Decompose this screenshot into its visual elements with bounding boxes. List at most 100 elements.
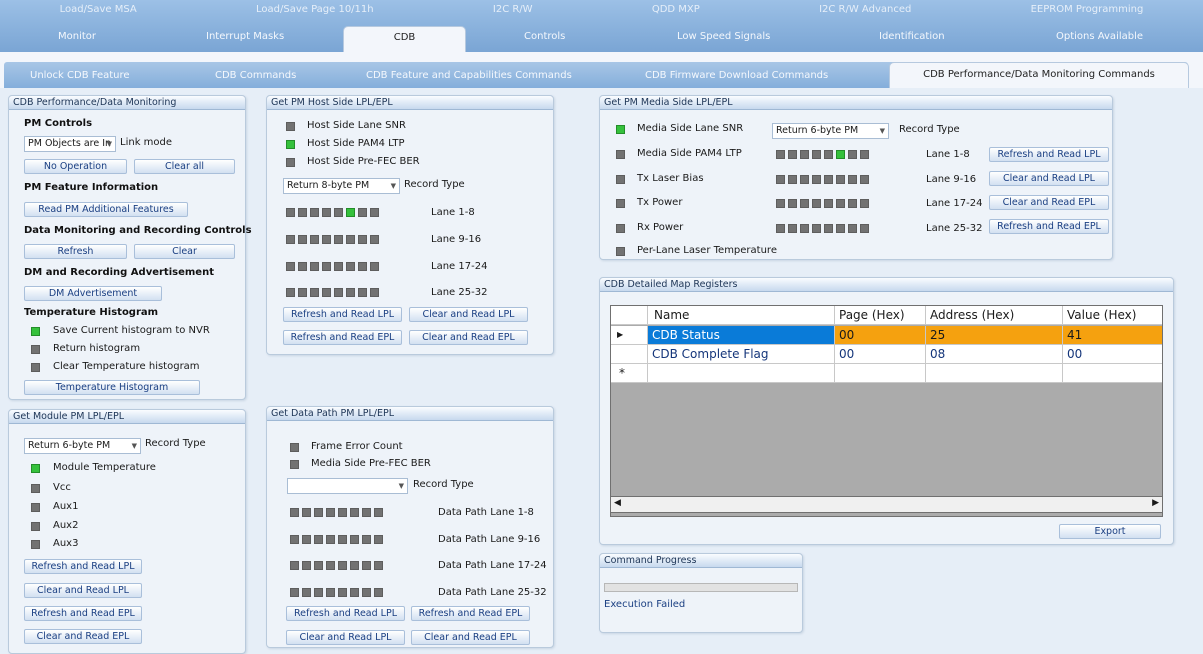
row-name-cell[interactable]: CDB Status	[648, 326, 835, 345]
host-record-combo[interactable]: Return 8-byte PM ▼	[283, 178, 400, 194]
new-row-cell[interactable]	[648, 364, 835, 383]
tab-i2c-rw-advanced[interactable]: I2C R/W Advanced	[819, 4, 911, 15]
scroll-right-icon[interactable]: ▶	[1152, 498, 1159, 508]
aux1-checkbox[interactable]	[31, 503, 40, 512]
column-header-address[interactable]: Address (Hex)	[926, 306, 1063, 325]
row-header-cell[interactable]	[611, 345, 648, 364]
horizontal-scrollbar[interactable]: ◀ ▶	[610, 496, 1163, 513]
data-path-refresh-lpl-button[interactable]: Refresh and Read LPL	[286, 606, 405, 621]
media-pam4-ltp-checkbox[interactable]	[616, 150, 625, 159]
rx-power-checkbox[interactable]	[616, 224, 625, 233]
subtab-unlock-cdb[interactable]: Unlock CDB Feature	[30, 70, 130, 81]
media-record-combo[interactable]: Return 6-byte PM ▼	[772, 123, 889, 139]
tab-monitor[interactable]: Monitor	[58, 31, 96, 42]
tab-cdb[interactable]: CDB	[343, 26, 466, 52]
host-clear-epl-button[interactable]: Clear and Read EPL	[409, 330, 528, 345]
tab-qdd-mxp[interactable]: QDD MXP	[652, 4, 700, 15]
lane-indicator	[824, 199, 833, 208]
return-histogram-checkbox[interactable]	[31, 345, 40, 354]
vcc-checkbox[interactable]	[31, 484, 40, 493]
host-refresh-lpl-button[interactable]: Refresh and Read LPL	[283, 307, 402, 322]
aux3-checkbox[interactable]	[31, 540, 40, 549]
subtab-performance-monitoring[interactable]: CDB Performance/Data Monitoring Commands	[889, 62, 1189, 88]
new-row-cell[interactable]	[926, 364, 1063, 383]
tab-load-save-page[interactable]: Load/Save Page 10/11h	[256, 4, 374, 15]
new-row-cell[interactable]	[835, 364, 926, 383]
module-clear-epl-button[interactable]: Clear and Read EPL	[24, 629, 142, 644]
module-record-combo[interactable]: Return 6-byte PM ▼	[24, 438, 141, 454]
row-page-cell[interactable]: 00	[835, 326, 926, 345]
media-clear-epl-button[interactable]: Clear and Read EPL	[989, 195, 1109, 210]
data-path-clear-lpl-button[interactable]: Clear and Read LPL	[286, 630, 405, 645]
media-lane-snr-checkbox[interactable]	[616, 125, 625, 134]
clear-all-button[interactable]: Clear all	[134, 159, 235, 174]
column-header-page[interactable]: Page (Hex)	[835, 306, 926, 325]
refresh-button[interactable]: Refresh	[24, 244, 127, 259]
host-pam4-ltp-checkbox[interactable]	[286, 140, 295, 149]
module-temperature-checkbox[interactable]	[31, 464, 40, 473]
table-row[interactable]: CDB Complete Flag 00 08 00	[611, 345, 1162, 364]
host-clear-lpl-button[interactable]: Clear and Read LPL	[409, 307, 528, 322]
tab-interrupt-masks[interactable]: Interrupt Masks	[206, 31, 284, 42]
row-value-cell[interactable]: 41	[1063, 326, 1162, 345]
tx-laser-bias-checkbox[interactable]	[616, 175, 625, 184]
temperature-histogram-button[interactable]: Temperature Histogram	[24, 380, 200, 395]
module-refresh-epl-button[interactable]: Refresh and Read EPL	[24, 606, 142, 621]
table-row[interactable]: ▶ CDB Status 00 25 41	[611, 326, 1162, 345]
lane-indicator	[362, 508, 371, 517]
tab-eeprom-programming[interactable]: EEPROM Programming	[1031, 4, 1144, 15]
clear-button[interactable]: Clear	[134, 244, 235, 259]
host-refresh-epl-button[interactable]: Refresh and Read EPL	[283, 330, 402, 345]
host-lane-snr-checkbox[interactable]	[286, 122, 295, 131]
media-refresh-epl-button[interactable]: Refresh and Read EPL	[989, 219, 1109, 234]
pm-objects-combo[interactable]: PM Objects are In ▼	[24, 136, 116, 152]
tx-power-checkbox[interactable]	[616, 199, 625, 208]
subtab-firmware-download[interactable]: CDB Firmware Download Commands	[645, 70, 828, 81]
export-button[interactable]: Export	[1059, 524, 1161, 539]
aux2-checkbox[interactable]	[31, 522, 40, 531]
tab-options-available[interactable]: Options Available	[1056, 31, 1143, 42]
module-temperature-label: Module Temperature	[53, 462, 156, 473]
scroll-left-icon[interactable]: ◀	[614, 498, 621, 508]
clear-temp-histogram-checkbox[interactable]	[31, 363, 40, 372]
row-selected-marker[interactable]: ▶	[611, 326, 648, 345]
lane-indicator	[302, 508, 311, 517]
media-refresh-lpl-button[interactable]: Refresh and Read LPL	[989, 147, 1109, 162]
row-page-cell[interactable]: 00	[835, 345, 926, 364]
tab-controls[interactable]: Controls	[524, 31, 565, 42]
media-clear-lpl-button[interactable]: Clear and Read LPL	[989, 171, 1109, 186]
row-name-cell[interactable]: CDB Complete Flag	[648, 345, 835, 364]
tab-low-speed-signals[interactable]: Low Speed Signals	[677, 31, 770, 42]
laser-temperature-checkbox[interactable]	[616, 247, 625, 256]
column-header-value[interactable]: Value (Hex)	[1063, 306, 1162, 325]
row-address-cell[interactable]: 08	[926, 345, 1063, 364]
registers-grid[interactable]: Name Page (Hex) Address (Hex) Value (Hex…	[610, 305, 1163, 517]
row-address-cell[interactable]: 25	[926, 326, 1063, 345]
tab-i2c-rw[interactable]: I2C R/W	[493, 4, 533, 15]
read-pm-additional-button[interactable]: Read PM Additional Features	[24, 202, 188, 217]
no-operation-button[interactable]: No Operation	[24, 159, 127, 174]
data-path-record-combo[interactable]: ▼	[287, 478, 408, 494]
module-refresh-lpl-button[interactable]: Refresh and Read LPL	[24, 559, 142, 574]
save-histogram-label: Save Current histogram to NVR	[53, 325, 210, 336]
data-path-refresh-epl-button[interactable]: Refresh and Read EPL	[411, 606, 530, 621]
new-row-marker[interactable]: *	[611, 364, 648, 383]
media-prefec-ber-checkbox[interactable]	[290, 460, 299, 469]
lane-indicator	[298, 235, 307, 244]
data-path-clear-epl-button[interactable]: Clear and Read EPL	[411, 630, 530, 645]
column-header-name[interactable]: Name	[648, 306, 835, 325]
host-prefec-ber-checkbox[interactable]	[286, 158, 295, 167]
frame-error-count-checkbox[interactable]	[290, 443, 299, 452]
subtab-feature-capabilities[interactable]: CDB Feature and Capabilities Commands	[366, 70, 572, 81]
module-clear-lpl-button[interactable]: Clear and Read LPL	[24, 583, 142, 598]
subtab-cdb-commands[interactable]: CDB Commands	[215, 70, 296, 81]
lane-indicator	[338, 561, 347, 570]
row-value-cell[interactable]: 00	[1063, 345, 1162, 364]
save-histogram-checkbox[interactable]	[31, 327, 40, 336]
temp-histogram-heading: Temperature Histogram	[24, 307, 159, 318]
tab-identification[interactable]: Identification	[879, 31, 945, 42]
new-row[interactable]: *	[611, 364, 1162, 383]
dm-advertisement-button[interactable]: DM Advertisement	[24, 286, 162, 301]
new-row-cell[interactable]	[1063, 364, 1162, 383]
tab-load-save-msa[interactable]: Load/Save MSA	[60, 4, 137, 15]
